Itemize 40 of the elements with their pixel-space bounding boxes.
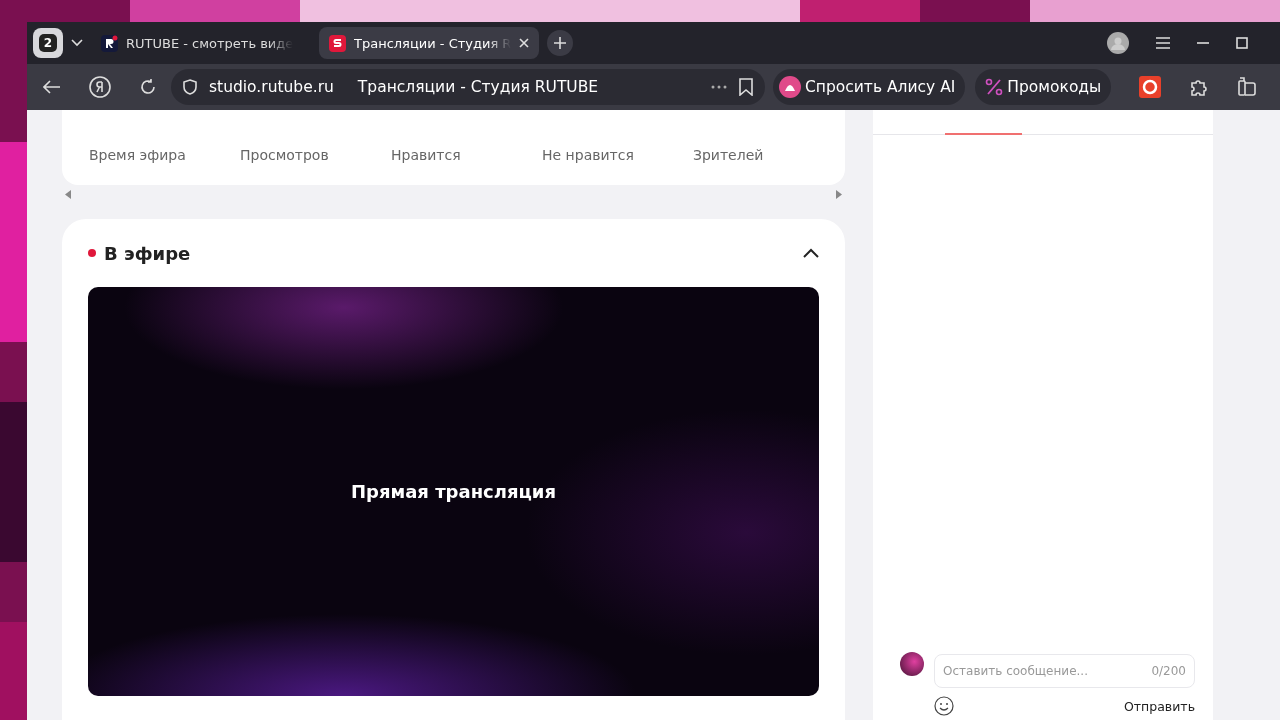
send-button[interactable]: Отправить [1123, 698, 1195, 714]
stat-label: Не нравится [542, 147, 635, 163]
scroll-left-icon[interactable] [65, 189, 71, 199]
new-tab-button[interactable] [547, 30, 573, 56]
bookmark-icon[interactable] [739, 78, 753, 96]
avatar [900, 652, 924, 676]
ring-icon[interactable] [1139, 76, 1162, 98]
section-title: В эфире [104, 242, 192, 264]
alice-button[interactable]: Спросить Алису AI [773, 69, 966, 105]
scroll-right-icon[interactable] [836, 189, 842, 199]
address-bar[interactable]: studio.rutube.ru Трансляции - Студия RUTUBE [171, 69, 765, 105]
stat-label: Просмотров [240, 147, 330, 163]
stat-label: Зрителей [693, 147, 765, 163]
menu-icon[interactable] [1156, 37, 1170, 49]
back-icon[interactable] [43, 80, 61, 94]
preview-text: Прямая трансляция [351, 481, 556, 502]
tab-title: RUTUBE - смотреть виде [126, 35, 294, 51]
caret-icon[interactable] [71, 39, 83, 47]
maximize-icon[interactable] [1236, 37, 1248, 49]
reload-icon[interactable] [139, 78, 157, 96]
shield-icon [183, 79, 197, 95]
rutube-logo-icon [101, 34, 118, 52]
stat-label: Нравится [391, 147, 462, 163]
page-title: Трансляции - Студия RUTUBE [357, 78, 599, 96]
sidebar-icon[interactable] [1237, 77, 1258, 97]
alice-icon [779, 76, 801, 98]
more-icon[interactable] [711, 85, 727, 89]
browser-tab[interactable]: RUTUBE - смотреть виде [91, 27, 311, 59]
yandex-icon[interactable] [89, 76, 111, 98]
plus-icon [554, 37, 566, 49]
emoji-icon[interactable] [934, 696, 954, 716]
char-counter: 0/200 [1151, 664, 1186, 678]
tab-counter[interactable]: 2 [33, 28, 63, 58]
avatar-icon[interactable] [1107, 32, 1129, 54]
url-text: studio.rutube.ru [209, 78, 334, 96]
chevron-icon[interactable] [803, 248, 819, 258]
percent-icon [985, 78, 1004, 96]
stat-label: Время эфира [89, 147, 187, 163]
puzzle-icon[interactable] [1189, 77, 1210, 97]
promo-button[interactable]: Промокоды [975, 69, 1112, 105]
